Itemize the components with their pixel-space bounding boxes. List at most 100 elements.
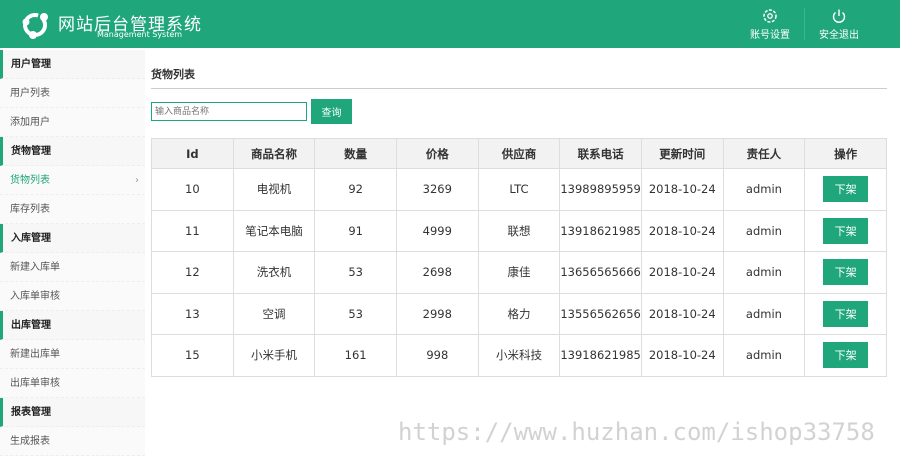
table-row: 11 笔记本电脑 91 4999 联想 13918621985 2018-10-24 admi… (151, 209, 887, 252)
sidebar-item-label: 用户列表 (10, 88, 50, 99)
column-header: 联系电话 (559, 138, 642, 169)
sidebar-item-label: 货物列表 (10, 175, 50, 186)
table-cell: 15 (151, 334, 234, 377)
table-cell: 13556562656 (559, 292, 642, 335)
table-cell: LTC (477, 168, 561, 211)
power-icon (832, 9, 846, 23)
delist-button[interactable]: 下架 (823, 217, 869, 244)
table-cell: 53 (314, 292, 397, 335)
table-cell: 小米手机 (232, 334, 316, 377)
sidebar-item[interactable]: 货物列表 › (0, 166, 145, 195)
column-header: Id (151, 138, 234, 169)
sidebar-item-label: 添加用户 (10, 117, 50, 128)
delist-button[interactable]: 下架 (823, 300, 869, 327)
search-input[interactable] (151, 102, 307, 121)
delist-button[interactable]: 下架 (823, 176, 869, 203)
page-title: 货物列表 (151, 50, 887, 89)
table-cell: 12 (151, 251, 234, 294)
logo-icon (22, 13, 48, 39)
sidebar-item[interactable]: 添加用户 (0, 108, 145, 137)
column-header: 责任人 (722, 138, 806, 169)
table-cell: 11 (151, 209, 234, 252)
sidebar-item-label: 库存列表 (10, 204, 50, 215)
table-row: 15 小米手机 161 998 小米科技 13918621985 2018-10-24 adm… (151, 334, 887, 377)
account-settings-label: 账号设置 (750, 30, 790, 41)
sidebar-item[interactable]: 入库单审核 (0, 282, 145, 311)
sidebar-item[interactable]: 出库单审核 (0, 369, 145, 398)
column-header: 商品名称 (232, 138, 316, 169)
table-cell: 13918621985 (559, 334, 642, 377)
app-subtitle: Management System (97, 30, 183, 39)
table-row: 12 洗衣机 53 2698 康佳 13656565666 2018-10-24 admin 下… (151, 251, 887, 294)
action-cell: 下架 (804, 334, 887, 377)
table-cell: 92 (314, 168, 397, 211)
table-cell: 小米科技 (477, 334, 561, 377)
table-cell: admin (722, 168, 806, 211)
table-cell: 10 (151, 168, 234, 211)
action-cell: 下架 (804, 251, 887, 294)
table-cell: 13989895959 (559, 168, 642, 211)
table-cell: 161 (314, 334, 397, 377)
sidebar-item[interactable]: 新建入库单 (0, 253, 145, 282)
action-cell: 下架 (804, 168, 887, 211)
table-cell: 康佳 (477, 251, 561, 294)
table-row: 10 电视机 92 3269 LTC 13989895959 2018-10-24 admin… (151, 168, 887, 211)
logout-button[interactable]: 安全退出 (804, 8, 874, 41)
column-header: 更新时间 (640, 138, 724, 169)
table-cell: 2018-10-24 (640, 334, 724, 377)
table-cell: 空调 (232, 292, 316, 335)
sidebar-item-label: 入库单审核 (10, 291, 60, 302)
column-header: 数量 (314, 138, 397, 169)
sidebar-item-label: 新建出库单 (10, 349, 60, 360)
table-cell: 洗衣机 (232, 251, 316, 294)
table-cell: 笔记本电脑 (232, 209, 316, 252)
table-cell: 13656565666 (559, 251, 642, 294)
sidebar-group[interactable]: 出库管理 (0, 311, 145, 340)
search-bar: 查询 (151, 99, 887, 124)
sidebar-item-label: 用户管理 (11, 59, 51, 70)
watermark: https://www.huzhan.com/ishop33758 (398, 418, 875, 446)
account-settings-button[interactable]: 账号设置 (735, 8, 805, 41)
table-cell: 13918621985 (559, 209, 642, 252)
table-cell: admin (722, 334, 806, 377)
sidebar-item-label: 出库管理 (11, 320, 51, 331)
sidebar-item-label: 新建入库单 (10, 262, 60, 273)
column-header: 供应商 (477, 138, 561, 169)
chevron-right-icon: › (135, 175, 139, 186)
table-cell: admin (722, 251, 806, 294)
sidebar-group[interactable]: 货物管理 (0, 137, 145, 166)
goods-table: Id 商品名称 数量 价格 供应商 联系电话 更新时间 责任人 操作 10 电视机 92 3269 LT… (151, 138, 887, 377)
table-cell: 4999 (395, 209, 479, 252)
delist-button[interactable]: 下架 (823, 259, 869, 286)
table-cell: 电视机 (232, 168, 316, 211)
sidebar-item[interactable]: 生成报表 (0, 427, 145, 456)
main-content: 货物列表 查询 Id商品名称数量价格供应商联系电话更新时间责任人操作 10电视机… (151, 50, 887, 377)
table-cell: 2018-10-24 (640, 209, 724, 252)
sidebar-item-label: 出库单审核 (10, 378, 60, 389)
gear-icon (763, 9, 777, 23)
table-cell: 53 (314, 251, 397, 294)
action-cell: 下架 (804, 209, 887, 252)
table-cell: 13 (151, 292, 234, 335)
table-row: 13 空调 53 2998 格力 13556562656 2018-10-24 admin 下架 (151, 292, 887, 335)
table-cell: 2018-10-24 (640, 251, 724, 294)
top-header: 网站后台管理系统 Management System 账号设置 安全退出 (0, 0, 900, 48)
search-button[interactable]: 查询 (311, 99, 352, 124)
table-cell: 998 (395, 334, 479, 377)
column-header: 操作 (804, 138, 887, 169)
sidebar-item[interactable]: 用户列表 (0, 79, 145, 108)
sidebar-group[interactable]: 入库管理 (0, 224, 145, 253)
delist-button[interactable]: 下架 (823, 342, 869, 369)
sidebar-group[interactable]: 用户管理 (0, 50, 145, 79)
sidebar-item-label: 入库管理 (11, 233, 51, 244)
sidebar-group[interactable]: 报表管理 (0, 398, 145, 427)
sidebar-item[interactable]: 新建出库单 (0, 340, 145, 369)
column-header: 价格 (395, 138, 479, 169)
sidebar-item-label: 报表管理 (11, 407, 51, 418)
sidebar-item[interactable]: 库存列表 (0, 195, 145, 224)
table-cell: 91 (314, 209, 397, 252)
table-cell: 2018-10-24 (640, 168, 724, 211)
table-cell: 3269 (395, 168, 479, 211)
sidebar: 用户管理用户列表添加用户货物管理货物列表 › 库存列表入库管理新建入库单入库单审核出… (0, 50, 145, 456)
table-cell: 2018-10-24 (640, 292, 724, 335)
